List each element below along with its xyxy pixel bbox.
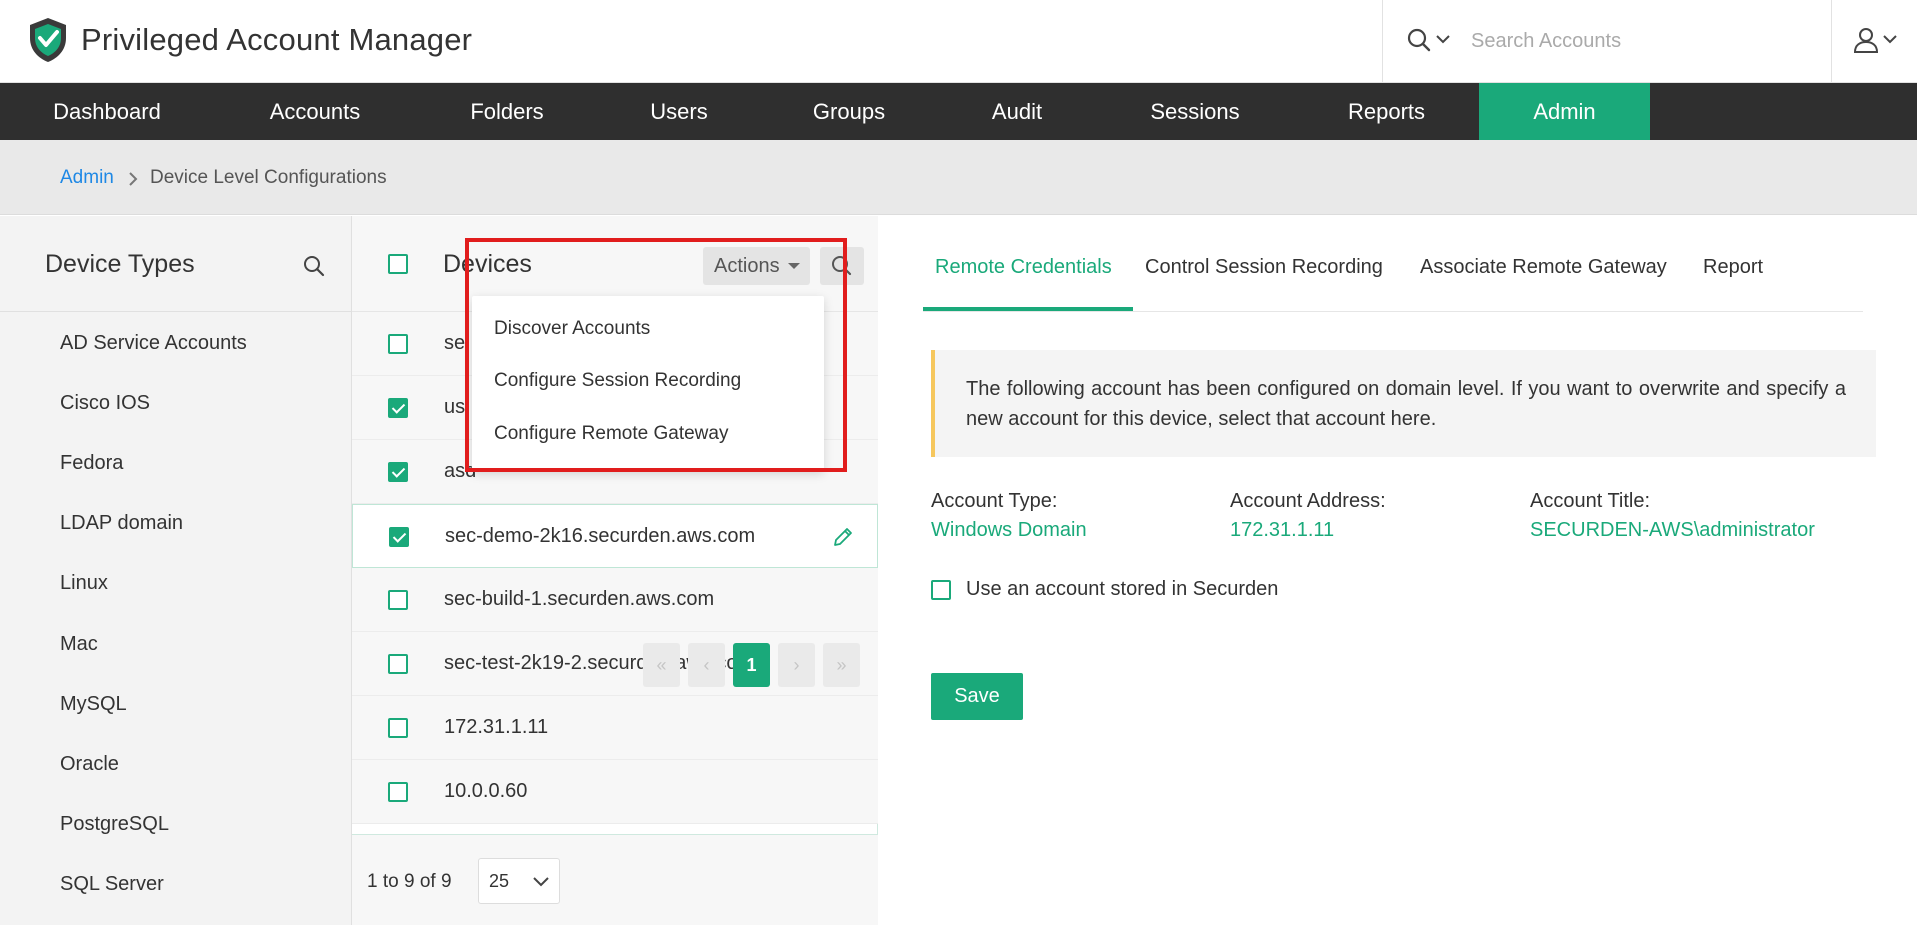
row-checkbox[interactable] <box>388 718 408 738</box>
last-page-button[interactable]: » <box>823 643 860 687</box>
chevron-down-icon <box>1883 35 1897 44</box>
tab-report[interactable]: Report <box>1703 256 1763 279</box>
device-types-sidebar: Device Types AD Service Accounts Cisco I… <box>0 216 352 925</box>
sidebar-item-linux[interactable]: Linux <box>60 572 108 595</box>
row-checkbox[interactable] <box>388 334 408 354</box>
search-input[interactable] <box>1471 22 1811 60</box>
main-nav: Dashboard Accounts Folders Users Groups … <box>0 83 1917 140</box>
details-tabs: Remote Credentials Control Session Recor… <box>923 216 1863 312</box>
pagination: 1 to 9 of 9 25 <box>352 834 878 925</box>
sidebar-item-cisco-ios[interactable]: Cisco IOS <box>60 392 150 415</box>
device-name: sec-demo-2k16.securden.aws.com <box>445 525 756 547</box>
info-text: The following account has been configure… <box>966 378 1846 430</box>
sidebar-item-ldap-domain[interactable]: LDAP domain <box>60 512 183 535</box>
tab-control-session-recording[interactable]: Control Session Recording <box>1145 256 1383 279</box>
nav-sessions[interactable]: Sessions <box>1096 83 1294 140</box>
pagination-summary: 1 to 9 of 9 <box>367 871 452 892</box>
device-name: 10.0.0.60 <box>444 780 528 802</box>
account-address-value: 172.31.1.11 <box>1230 519 1335 541</box>
first-page-button[interactable]: « <box>643 643 680 687</box>
user-menu-button[interactable] <box>1852 26 1908 56</box>
use-stored-account-checkbox[interactable] <box>931 580 951 600</box>
sidebar-item-oracle[interactable]: Oracle <box>60 753 119 776</box>
chevron-down-icon <box>1436 35 1450 44</box>
actions-button[interactable]: Actions <box>703 247 810 285</box>
device-details-panel: Remote Credentials Control Session Recor… <box>878 216 1917 925</box>
sidebar-title: Device Types <box>45 250 195 278</box>
search-icon[interactable] <box>302 254 326 278</box>
nav-accounts[interactable]: Accounts <box>214 83 416 140</box>
nav-folders[interactable]: Folders <box>416 83 598 140</box>
nav-users[interactable]: Users <box>598 83 760 140</box>
sidebar-item-fedora[interactable]: Fedora <box>60 452 123 475</box>
account-address-label: Account Address: <box>1230 490 1386 512</box>
device-name: us <box>444 396 466 418</box>
search-icon <box>1407 28 1431 52</box>
breadcrumb: Admin Device Level Configurations <box>0 140 1917 215</box>
device-name: sec-build-1.securden.aws.com <box>444 588 715 610</box>
chevron-down-icon <box>533 877 549 887</box>
menu-item-discover-accounts[interactable]: Discover Accounts <box>494 318 650 340</box>
global-search <box>1382 0 1832 83</box>
menu-item-configure-remote-gateway[interactable]: Configure Remote Gateway <box>494 423 728 445</box>
tab-associate-remote-gateway[interactable]: Associate Remote Gateway <box>1420 256 1667 279</box>
actions-label: Actions <box>714 255 780 277</box>
sidebar-header: Device Types <box>0 216 352 312</box>
account-title-label: Account Title: <box>1530 490 1651 512</box>
search-scope-button[interactable] <box>1405 26 1461 56</box>
account-title-value: SECURDEN-AWS\administrator <box>1530 519 1815 541</box>
shield-logo-icon <box>30 18 66 62</box>
page-size-select[interactable]: 25 <box>478 858 560 904</box>
sidebar-item-mysql[interactable]: MySQL <box>60 693 127 716</box>
row-checkbox[interactable] <box>388 398 408 418</box>
current-page-button[interactable]: 1 <box>733 643 770 687</box>
sidebar-item-ad-service-accounts[interactable]: AD Service Accounts <box>60 332 247 355</box>
menu-item-configure-session-recording[interactable]: Configure Session Recording <box>494 370 741 392</box>
row-checkbox[interactable] <box>388 654 408 674</box>
search-icon <box>832 256 852 276</box>
save-button[interactable]: Save <box>931 673 1023 720</box>
devices-search-button[interactable] <box>820 247 864 285</box>
devices-title: Devices <box>443 250 532 278</box>
breadcrumb-current: Device Level Configurations <box>150 167 387 188</box>
next-page-button[interactable]: › <box>778 643 815 687</box>
sidebar-item-sql-server[interactable]: SQL Server <box>60 873 164 896</box>
caret-down-icon <box>788 263 800 269</box>
row-checkbox[interactable] <box>388 590 408 610</box>
active-tab-indicator <box>923 307 1133 311</box>
device-name: se <box>444 332 466 354</box>
use-stored-account-label[interactable]: Use an account stored in Securden <box>966 578 1278 601</box>
select-all-checkbox[interactable] <box>388 254 408 274</box>
page-size-value: 25 <box>489 871 510 891</box>
pencil-icon[interactable] <box>831 525 855 549</box>
device-row[interactable]: 10.0.0.60 <box>352 760 878 824</box>
nav-reports[interactable]: Reports <box>1294 83 1479 140</box>
nav-dashboard[interactable]: Dashboard <box>0 83 214 140</box>
chevron-right-icon <box>129 172 138 186</box>
sidebar-item-postgresql[interactable]: PostgreSQL <box>60 813 169 836</box>
breadcrumb-admin-link[interactable]: Admin <box>60 167 114 189</box>
account-type-label: Account Type: <box>931 490 1058 512</box>
actions-dropdown-menu: Discover Accounts Configure Session Reco… <box>472 296 824 471</box>
row-checkbox[interactable] <box>388 782 408 802</box>
app-header: Privileged Account Manager <box>0 0 1917 83</box>
device-row[interactable]: 172.31.1.11 <box>352 696 878 760</box>
account-type-value: Windows Domain <box>931 519 1087 541</box>
prev-page-button[interactable]: ‹ <box>688 643 725 687</box>
sidebar-item-mac[interactable]: Mac <box>60 633 98 656</box>
tab-remote-credentials[interactable]: Remote Credentials <box>935 256 1112 279</box>
nav-audit[interactable]: Audit <box>938 83 1096 140</box>
info-banner: The following account has been configure… <box>931 350 1876 457</box>
app-title: Privileged Account Manager <box>81 22 473 57</box>
device-row-selected[interactable]: sec-demo-2k16.securden.aws.com <box>352 504 878 568</box>
nav-groups[interactable]: Groups <box>760 83 938 140</box>
device-name: 172.31.1.11 <box>444 716 549 738</box>
nav-admin[interactable]: Admin <box>1479 83 1650 140</box>
row-checkbox[interactable] <box>388 462 408 482</box>
user-icon <box>1853 28 1879 53</box>
device-row[interactable]: sec-build-1.securden.aws.com <box>352 568 878 632</box>
row-checkbox[interactable] <box>389 527 409 547</box>
